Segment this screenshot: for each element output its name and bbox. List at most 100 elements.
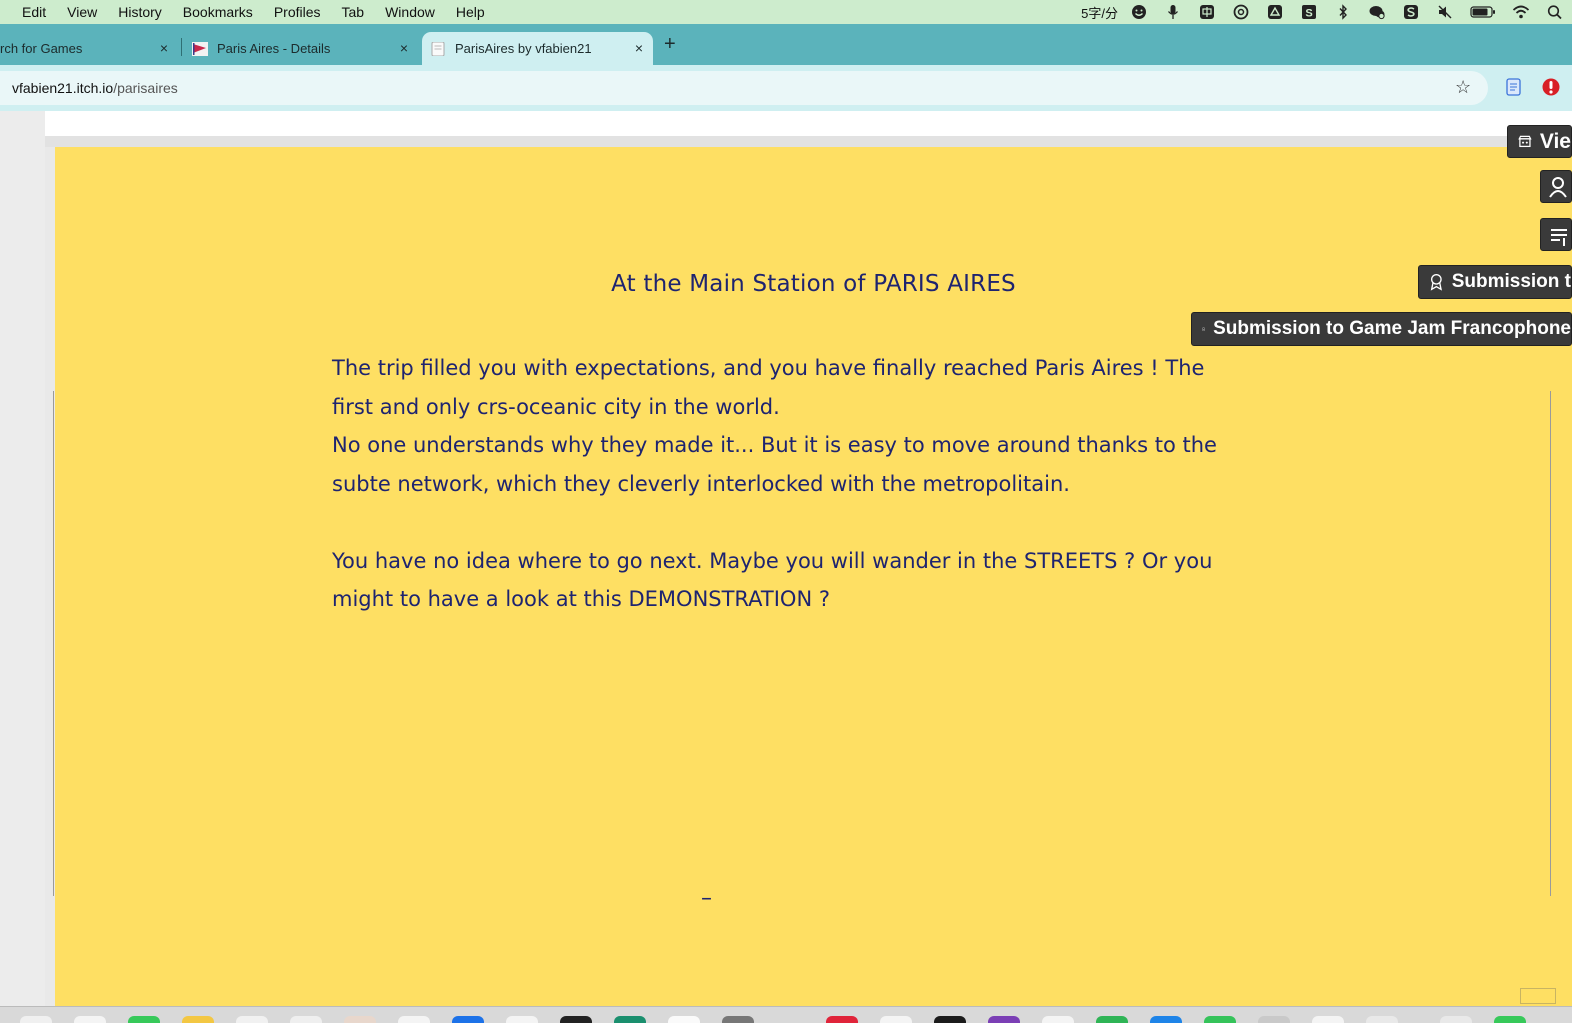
wechat-icon[interactable]	[1360, 0, 1394, 24]
s-app-icon[interactable]: S	[1292, 0, 1326, 24]
view-all-games-label: Vie	[1539, 129, 1571, 153]
jam-submission-badge-francophone[interactable]: Submission to Game Jam Francophone	[1191, 312, 1572, 346]
red-extension-icon[interactable]	[1542, 77, 1560, 97]
story-line: No one understands why they made it... B…	[332, 433, 1217, 457]
award-ribbon-icon	[1430, 273, 1442, 291]
dock-app-icon[interactable]	[398, 1016, 430, 1023]
add-to-collection-button[interactable]	[1540, 218, 1572, 251]
menu-history[interactable]: History	[118, 4, 162, 20]
tab-parisaires-active[interactable]: ParisAires by vfabien21 ×	[422, 32, 653, 65]
tab-title: rch for Games	[0, 41, 83, 56]
dock-app-icon[interactable]	[506, 1016, 538, 1023]
page-gutter	[0, 111, 45, 1006]
chatgpt-icon[interactable]	[1224, 0, 1258, 24]
battery-icon[interactable]	[1462, 0, 1504, 24]
game-embed-frame[interactable]: At the Main Station of PARIS AIRES The t…	[55, 147, 1572, 1006]
dock-app-icon[interactable]	[1494, 1016, 1526, 1023]
menu-bookmarks[interactable]: Bookmarks	[183, 4, 253, 20]
menu-view[interactable]: View	[67, 4, 97, 20]
dock-app-icon[interactable]	[74, 1016, 106, 1023]
dock-app-icon[interactable]	[988, 1016, 1020, 1023]
dock-app-icon[interactable]	[826, 1016, 858, 1023]
dock-app-icon[interactable]	[452, 1016, 484, 1023]
tab-paris-aires-details[interactable]: Paris Aires - Details ×	[190, 32, 416, 65]
dock-app-icon[interactable]	[1312, 1016, 1344, 1023]
dock-app-icon[interactable]	[182, 1016, 214, 1023]
drive-icon[interactable]	[1258, 0, 1292, 24]
user-icon	[1549, 176, 1567, 198]
award-ribbon-icon	[1202, 327, 1205, 331]
embed-border	[45, 136, 1572, 147]
jam-submission-label: Submission t	[1451, 271, 1571, 292]
dock-app-icon[interactable]	[290, 1016, 322, 1023]
new-tab-button[interactable]: +	[664, 33, 676, 56]
bookmark-star-icon[interactable]: ☆	[1455, 77, 1471, 98]
page-viewport: At the Main Station of PARIS AIRES The t…	[0, 111, 1572, 1006]
tab-close-button[interactable]: ×	[160, 40, 168, 56]
status-area: 5字/分 S	[1081, 0, 1572, 24]
jam-submission-badge[interactable]: Submission t	[1418, 265, 1572, 299]
address-bar[interactable]: vfabien21.itch.io/parisaires	[0, 71, 1488, 105]
dock-app-icon[interactable]	[1440, 1016, 1472, 1023]
typing-speed-indicator[interactable]: 5字/分	[1081, 0, 1122, 24]
dock-app-icon[interactable]	[614, 1016, 646, 1023]
dock-app-icon[interactable]	[560, 1016, 592, 1023]
tab-search-games[interactable]: rch for Games ×	[0, 32, 180, 65]
menu-profiles[interactable]: Profiles	[274, 4, 321, 20]
smiley-icon[interactable]	[1122, 0, 1156, 24]
url-host: vfabien21.itch.io	[12, 80, 114, 96]
dock-app-icon[interactable]	[128, 1016, 160, 1023]
document-extension-icon[interactable]	[1506, 78, 1521, 96]
url-path: /parisaires	[113, 80, 178, 96]
app-menus: Edit View History Bookmarks Profiles Tab…	[0, 4, 506, 20]
dock-app-icon[interactable]	[1204, 1016, 1236, 1023]
menu-help[interactable]: Help	[456, 4, 485, 20]
spotlight-search-icon[interactable]	[1538, 0, 1572, 24]
dock-app-icon[interactable]	[1366, 1016, 1398, 1023]
view-all-games-button[interactable]: Vie	[1507, 125, 1572, 158]
browser-toolbar: vfabien21.itch.io/parisaires ☆	[0, 65, 1572, 111]
follow-user-button[interactable]	[1540, 170, 1572, 203]
dock-app-icon[interactable]	[236, 1016, 268, 1023]
tab-separator	[181, 38, 182, 56]
menu-edit[interactable]: Edit	[22, 4, 46, 20]
svg-text:S: S	[1305, 8, 1312, 20]
s-sync-icon[interactable]	[1394, 0, 1428, 24]
tab-strip: rch for Games × Paris Aires - Details × …	[0, 24, 1572, 65]
dock-app-icon[interactable]	[1042, 1016, 1074, 1023]
dock-app-icon[interactable]	[20, 1016, 52, 1023]
story-line: subte network, which they cleverly inter…	[332, 471, 1070, 496]
itch-store-icon	[1518, 135, 1532, 147]
story-line: The trip filled you with expectations, a…	[332, 356, 1205, 380]
story-line: first and only crs-oceanic city in the w…	[332, 394, 780, 419]
story-line: You have no idea where to go next. Maybe…	[332, 548, 1213, 573]
wifi-icon[interactable]	[1504, 0, 1538, 24]
dock-app-icon[interactable]	[1096, 1016, 1128, 1023]
tab-close-button[interactable]: ×	[635, 40, 643, 56]
dock-app-icon[interactable]	[880, 1016, 912, 1023]
menu-tab[interactable]: Tab	[342, 4, 365, 20]
dock-app-icon[interactable]	[1258, 1016, 1290, 1023]
dock-app-icon[interactable]	[668, 1016, 700, 1023]
jam-submission-label: Submission to Game Jam Francophone	[1213, 318, 1571, 339]
menu-window[interactable]: Window	[385, 4, 435, 20]
microphone-icon[interactable]	[1156, 0, 1190, 24]
input-method-icon[interactable]	[1190, 0, 1224, 24]
story-line: might to have a look at this DEMONSTRATI…	[332, 587, 830, 611]
dock-app-icon[interactable]	[1150, 1016, 1182, 1023]
bluetooth-icon[interactable]	[1326, 0, 1360, 24]
menu-bar: Edit View History Bookmarks Profiles Tab…	[0, 0, 1572, 24]
paris-aires-favicon-icon	[192, 41, 208, 56]
passage-text: The trip filled you with expectations, a…	[332, 349, 1282, 619]
text-cursor-marker: –	[701, 886, 712, 911]
tab-title: Paris Aires - Details	[217, 41, 331, 56]
page-favicon-icon	[431, 41, 445, 56]
dock-app-icon[interactable]	[934, 1016, 966, 1023]
dock-app-icon[interactable]	[722, 1016, 754, 1023]
page-header-strip	[45, 111, 1572, 136]
fullscreen-icon[interactable]	[1520, 988, 1556, 1004]
tab-close-button[interactable]: ×	[400, 40, 408, 56]
dock-app-icon[interactable]	[344, 1016, 376, 1023]
mute-icon[interactable]	[1428, 0, 1462, 24]
